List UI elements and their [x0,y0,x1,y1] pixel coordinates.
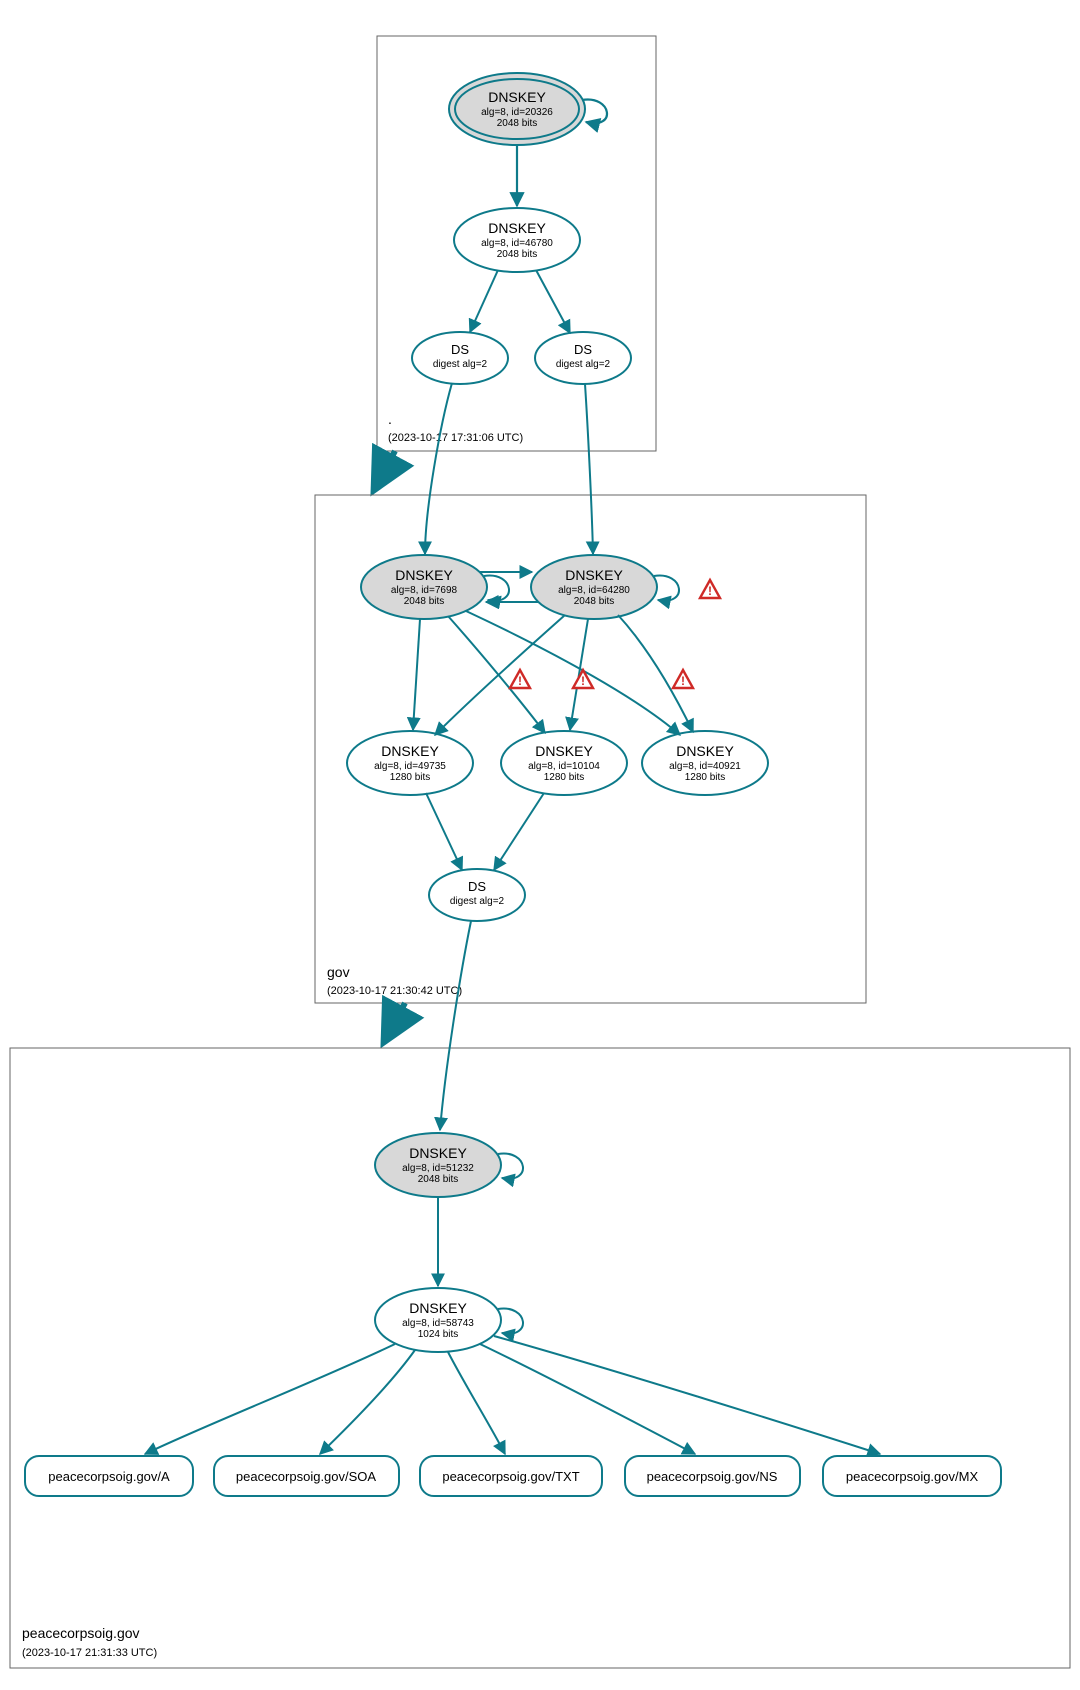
svg-text:peacecorpsoig.gov/NS: peacecorpsoig.gov/NS [647,1469,778,1484]
record-ns: peacecorpsoig.gov/NS [625,1456,800,1496]
svg-text:DS: DS [468,879,486,894]
svg-text:DNSKEY: DNSKEY [488,220,546,236]
svg-text:alg=8, id=64280: alg=8, id=64280 [558,585,630,596]
svg-text:alg=8, id=58743: alg=8, id=58743 [402,1318,474,1329]
svg-text:DS: DS [451,342,469,357]
svg-text:peacecorpsoig.gov/MX: peacecorpsoig.gov/MX [846,1469,979,1484]
svg-text:1280 bits: 1280 bits [544,772,585,783]
svg-text:DNSKEY: DNSKEY [395,567,453,583]
node-gov-ds: DS digest alg=2 [429,869,525,921]
record-txt: peacecorpsoig.gov/TXT [420,1456,602,1496]
zone-label-leaf: peacecorpsoig.gov [22,1625,140,1641]
svg-text:alg=8, id=46780: alg=8, id=46780 [481,238,553,249]
svg-text:!: ! [708,584,712,598]
svg-text:!: ! [581,674,585,688]
zone-ts-leaf: (2023-10-17 21:31:33 UTC) [22,1647,157,1659]
svg-text:2048 bits: 2048 bits [574,596,615,607]
record-soa: peacecorpsoig.gov/SOA [214,1456,399,1496]
dnssec-graph: . (2023-10-17 17:31:06 UTC) DNSKEY alg=8… [0,0,1080,1690]
svg-text:1024 bits: 1024 bits [418,1329,459,1340]
node-gov-zsk1: DNSKEY alg=8, id=49735 1280 bits [347,731,473,795]
svg-text:1280 bits: 1280 bits [685,772,726,783]
svg-text:alg=8, id=49735: alg=8, id=49735 [374,761,446,772]
svg-text:peacecorpsoig.gov/A: peacecorpsoig.gov/A [48,1469,170,1484]
warning-icon: ! [673,670,693,688]
svg-text:!: ! [518,674,522,688]
node-gov-ksk2: DNSKEY alg=8, id=64280 2048 bits [531,555,657,619]
node-root-ksk: DNSKEY alg=8, id=20326 2048 bits [449,73,585,145]
svg-text:2048 bits: 2048 bits [404,596,445,607]
node-gov-ksk1: DNSKEY alg=8, id=7698 2048 bits [361,555,487,619]
svg-text:digest alg=2: digest alg=2 [556,359,611,370]
svg-text:!: ! [681,674,685,688]
node-root-ds2: DS digest alg=2 [535,332,631,384]
node-root-zsk: DNSKEY alg=8, id=46780 2048 bits [454,208,580,272]
node-root-ds1: DS digest alg=2 [412,332,508,384]
svg-text:2048 bits: 2048 bits [497,118,538,129]
svg-text:DNSKEY: DNSKEY [409,1145,467,1161]
svg-text:alg=8, id=7698: alg=8, id=7698 [391,585,458,596]
svg-text:1280 bits: 1280 bits [390,772,431,783]
svg-text:alg=8, id=51232: alg=8, id=51232 [402,1163,474,1174]
svg-text:DS: DS [574,342,592,357]
svg-text:DNSKEY: DNSKEY [488,89,546,105]
node-gov-zsk3: DNSKEY alg=8, id=40921 1280 bits [642,731,768,795]
warning-icon: ! [700,580,720,598]
svg-text:digest alg=2: digest alg=2 [450,896,505,907]
warning-icon: ! [510,670,530,688]
svg-text:2048 bits: 2048 bits [497,249,538,260]
zone-label-root: . [388,411,392,427]
svg-text:DNSKEY: DNSKEY [676,743,734,759]
svg-text:DNSKEY: DNSKEY [381,743,439,759]
svg-text:peacecorpsoig.gov/SOA: peacecorpsoig.gov/SOA [236,1469,377,1484]
zone-ts-root: (2023-10-17 17:31:06 UTC) [388,432,523,444]
record-mx: peacecorpsoig.gov/MX [823,1456,1001,1496]
zone-ts-gov: (2023-10-17 21:30:42 UTC) [327,985,462,997]
svg-text:alg=8, id=10104: alg=8, id=10104 [528,761,600,772]
svg-text:peacecorpsoig.gov/TXT: peacecorpsoig.gov/TXT [442,1469,579,1484]
svg-text:DNSKEY: DNSKEY [535,743,593,759]
zone-label-gov: gov [327,964,350,980]
svg-text:DNSKEY: DNSKEY [409,1300,467,1316]
svg-text:alg=8, id=40921: alg=8, id=40921 [669,761,741,772]
svg-text:alg=8, id=20326: alg=8, id=20326 [481,107,553,118]
node-gov-zsk2: DNSKEY alg=8, id=10104 1280 bits [501,731,627,795]
svg-text:digest alg=2: digest alg=2 [433,359,488,370]
svg-text:2048 bits: 2048 bits [418,1174,459,1185]
node-leaf-zsk: DNSKEY alg=8, id=58743 1024 bits [375,1288,501,1352]
svg-text:DNSKEY: DNSKEY [565,567,623,583]
zone-box-leaf [10,1048,1070,1668]
node-leaf-ksk: DNSKEY alg=8, id=51232 2048 bits [375,1133,501,1197]
warning-icon: ! [573,670,593,688]
record-a: peacecorpsoig.gov/A [25,1456,193,1496]
